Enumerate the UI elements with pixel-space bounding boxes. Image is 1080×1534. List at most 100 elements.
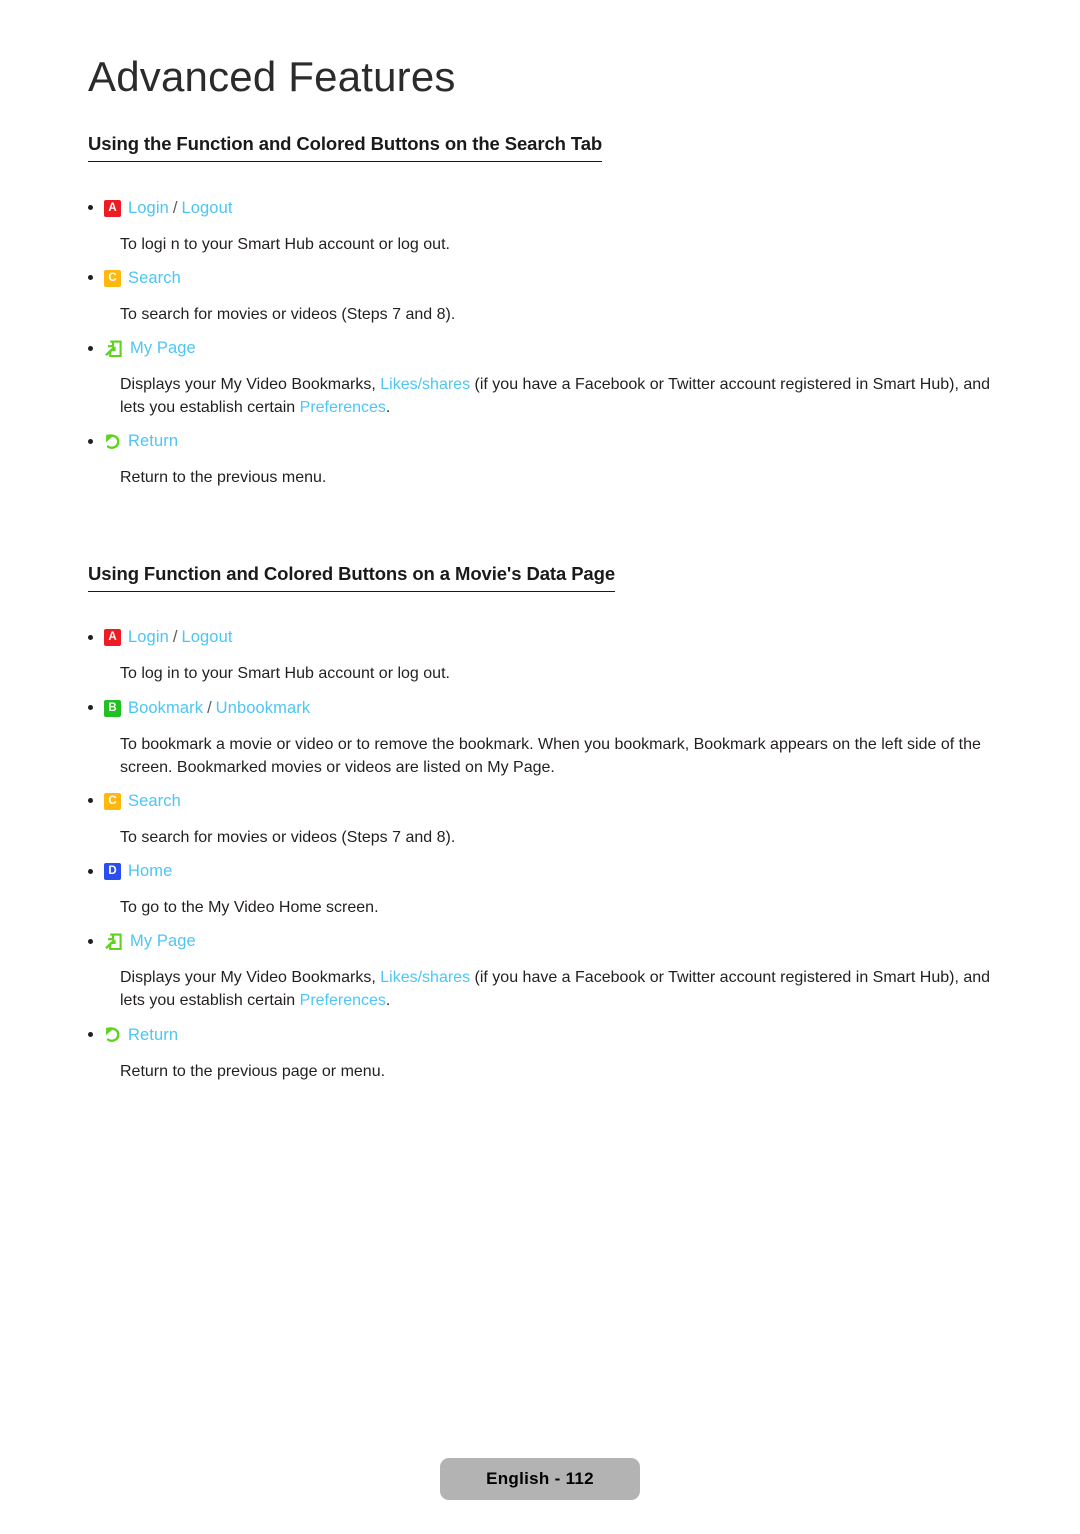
content-column: Using the Function and Colored Buttons o…: [88, 118, 1004, 1089]
description-text: To bookmark a movie or video or to remov…: [120, 735, 981, 776]
key-a-icon: A: [104, 629, 121, 647]
item-term-label-alt: Logout: [181, 198, 233, 217]
item-description: To log in to your Smart Hub account or l…: [88, 656, 1004, 691]
key-c-icon: C: [104, 269, 121, 287]
list-item: C Search To search for movies or videos (S…: [88, 785, 1004, 855]
item-term-label-alt: Logout: [181, 628, 233, 647]
item-term-label: Login: [128, 628, 169, 647]
manual-section: Using the Function and Colored Buttons o…: [88, 118, 1004, 496]
item-term-separator: /: [172, 198, 178, 217]
item-term-label: Search: [128, 791, 181, 810]
key-b-icon: B: [104, 699, 121, 717]
button-description-list: A Login / Logout To logi n to your Smart Hub…: [88, 192, 1004, 496]
list-item: C Search To search for movies or videos (S…: [88, 262, 1004, 332]
item-term-label: Search: [128, 268, 181, 287]
item-term-label: Home: [128, 862, 173, 881]
description-text: To log in to your Smart Hub account or l…: [120, 665, 450, 683]
description-link-text: Preferences: [299, 992, 386, 1010]
bullet-icon: [88, 629, 104, 644]
item-term-label: Return: [128, 1025, 179, 1044]
description-text: Displays your My Video Bookmarks,: [120, 969, 381, 987]
key-c-icon: C: [104, 792, 121, 810]
description-text: To search for movies or videos (Steps 7 …: [120, 305, 456, 323]
item-term-label-alt: Unbookmark: [215, 698, 311, 717]
description-text: To go to the My Video Home screen.: [120, 899, 379, 917]
bullet-icon: [88, 340, 104, 355]
key-badge-letter: C: [104, 269, 121, 287]
description-link-text: Likes/shares: [380, 969, 471, 987]
list-item: My Page Displays your My Video Bookmarks,…: [88, 925, 1004, 1018]
key-badge-letter: C: [104, 792, 121, 810]
list-item: Return Return to the previous page or men…: [88, 1019, 1004, 1089]
item-description: Displays your My Video Bookmarks, Likes/…: [88, 960, 1004, 1018]
item-term-row: C Search: [88, 262, 1004, 294]
section-heading-wrap: Using the Function and Colored Buttons o…: [88, 118, 1004, 178]
button-description-list: A Login / Logout To log in to your Smart Hub…: [88, 621, 1004, 1089]
bullet-icon: [88, 200, 104, 215]
bullet-icon: [88, 793, 104, 808]
item-term-row: Return: [88, 1019, 1004, 1051]
item-term-label: Login: [128, 198, 169, 217]
key-a-icon: A: [104, 199, 121, 217]
item-description: Displays your My Video Bookmarks, Likes/…: [88, 367, 1004, 425]
item-term-label: Bookmark: [128, 698, 204, 717]
description-text: Displays your My Video Bookmarks,: [120, 376, 381, 394]
bullet-icon: [88, 863, 104, 878]
item-term-row: My Page: [88, 332, 1004, 364]
item-term-row: A Login / Logout: [88, 621, 1004, 653]
item-description: To search for movies or videos (Steps 7 …: [88, 820, 1004, 855]
item-term-label: Return: [128, 432, 179, 451]
bullet-icon: [88, 933, 104, 948]
list-item: A Login / Logout To log in to your Smart Hub…: [88, 621, 1004, 691]
description-text: Return to the previous page or menu.: [120, 1062, 386, 1080]
bullet-icon: [88, 270, 104, 285]
footer-page-badge: English - 112: [440, 1458, 640, 1500]
item-description: To bookmark a movie or video or to remov…: [88, 727, 1004, 785]
manual-page: Advanced Features Using the Function and…: [0, 0, 1080, 1534]
description-text: .: [385, 399, 391, 417]
item-description: Return to the previous page or menu.: [88, 1054, 1004, 1089]
list-item: A Login / Logout To logi n to your Smart Hub…: [88, 192, 1004, 262]
bullet-icon: [88, 433, 104, 448]
key-badge-letter: A: [104, 629, 121, 647]
key-badge-letter: D: [104, 863, 121, 881]
page-footer: English - 112: [0, 1458, 1080, 1500]
description-text: Return to the previous menu.: [120, 469, 327, 487]
item-description: To logi n to your Smart Hub account or l…: [88, 227, 1004, 262]
bullet-icon: [88, 700, 104, 715]
item-term-separator: /: [207, 698, 212, 717]
my-page-icon: [104, 340, 123, 358]
item-term-label: My Page: [130, 339, 196, 358]
description-text: To search for movies or videos (Steps 7 …: [120, 828, 456, 846]
bullet-icon: [88, 1027, 104, 1042]
item-term-row: D Home: [88, 855, 1004, 887]
return-icon: [104, 433, 121, 451]
item-term-separator: /: [172, 628, 178, 647]
item-term-row: Return: [88, 425, 1004, 457]
return-icon: [104, 1026, 121, 1044]
my-page-icon: [104, 933, 123, 951]
section-heading-wrap: Using Function and Colored Buttons on a …: [88, 548, 1004, 608]
item-term-label: My Page: [130, 932, 196, 951]
list-item: D Home To go to the My Video Home screen.: [88, 855, 1004, 925]
description-link-text: Likes/shares: [380, 376, 471, 394]
item-term-row: A Login / Logout: [88, 192, 1004, 224]
page-title: Advanced Features: [88, 53, 456, 100]
description-link-text: Preferences: [299, 399, 386, 417]
description-text: .: [385, 992, 391, 1010]
item-description: Return to the previous menu.: [88, 460, 1004, 495]
manual-section: Using Function and Colored Buttons on a …: [88, 548, 1004, 1089]
section-heading: Using the Function and Colored Buttons o…: [88, 133, 602, 163]
item-description: To go to the My Video Home screen.: [88, 890, 1004, 925]
description-text: To logi n to your Smart Hub account or l…: [120, 235, 450, 253]
item-description: To search for movies or videos (Steps 7 …: [88, 297, 1004, 332]
key-badge-letter: B: [104, 699, 121, 717]
list-item: Return Return to the previous menu.: [88, 425, 1004, 495]
section-heading: Using Function and Colored Buttons on a …: [88, 563, 615, 592]
key-d-icon: D: [104, 863, 121, 881]
item-term-row: B Bookmark / Unbookmark: [88, 692, 1004, 724]
list-item: My Page Displays your My Video Bookmarks,…: [88, 332, 1004, 425]
list-item: B Bookmark / Unbookmark To bookmark a movie …: [88, 692, 1004, 785]
item-term-row: My Page: [88, 925, 1004, 957]
key-badge-letter: A: [104, 199, 121, 217]
